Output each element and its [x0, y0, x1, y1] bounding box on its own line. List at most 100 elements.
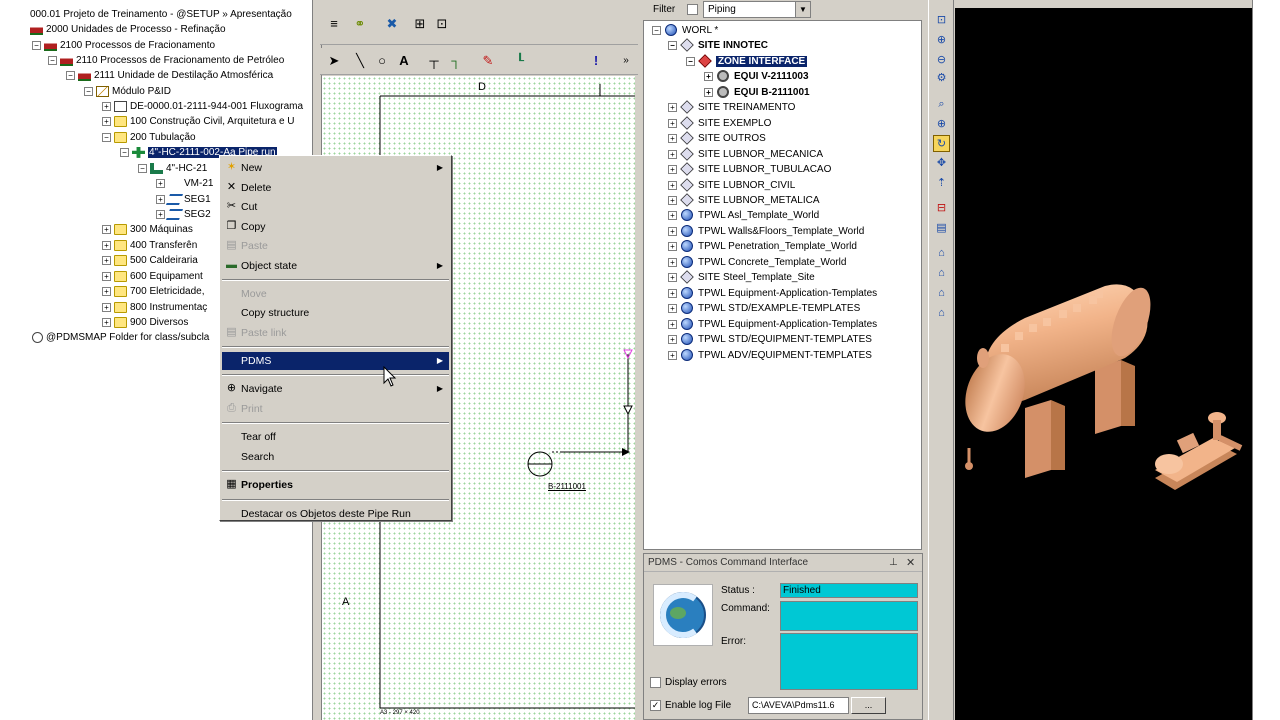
expand-icon[interactable]: + — [668, 210, 677, 220]
rotate-icon[interactable]: ↻ — [933, 135, 950, 152]
frame-icon[interactable]: ⊞ — [410, 14, 430, 34]
menu-item-navigate[interactable]: ⊕ Navigate ▶ — [222, 380, 449, 398]
route-tool-icon[interactable]: ┐ — [446, 51, 466, 71]
search-icon[interactable]: ⌕ — [933, 96, 950, 113]
hierarchy-node[interactable]: + TPWL STD/EXAMPLE-TEMPLATES — [668, 301, 860, 316]
menu-item-destacar-os-objetos-deste-pipe-run[interactable]: Destacar os Objetos deste Pipe Run — [222, 505, 449, 523]
expand-icon[interactable]: + — [102, 302, 111, 312]
collapse-icon[interactable]: − — [668, 40, 677, 50]
collapse-icon[interactable]: − — [32, 40, 41, 50]
view1-icon[interactable]: ⌂ — [933, 245, 950, 262]
expand-icon[interactable]: + — [156, 209, 165, 219]
collapse-icon[interactable]: − — [48, 55, 57, 65]
expand-icon[interactable]: + — [668, 288, 677, 298]
expand-icon[interactable]: + — [102, 286, 111, 296]
hierarchy-node[interactable]: + EQUI B-2111001 — [704, 85, 810, 100]
tree-node[interactable]: +500 Caldeiraria — [102, 253, 198, 268]
expand-icon[interactable]: + — [668, 272, 677, 282]
expand-icon[interactable]: + — [668, 334, 677, 344]
line-tool-icon[interactable]: ╲ — [350, 51, 370, 71]
hierarchy-node[interactable]: − SITE INNOTEC — [668, 38, 768, 53]
3d-model-view[interactable] — [955, 8, 1252, 720]
hierarchy-node[interactable]: + TPWL Walls&Floors_Template_World — [668, 224, 864, 239]
menu-item-copy[interactable]: ❐ Copy — [222, 218, 449, 236]
expand-icon[interactable]: + — [102, 317, 111, 327]
tree-node[interactable]: +900 Diversos — [102, 315, 188, 330]
chevron-down-icon[interactable]: ▼ — [795, 2, 810, 17]
menu-item-search[interactable]: Search — [222, 448, 449, 466]
tree-node[interactable]: − 4"-HC-21 — [138, 161, 207, 176]
expand-icon[interactable]: + — [102, 255, 111, 265]
view3-icon[interactable]: ⌂ — [933, 285, 950, 302]
browse-button[interactable]: ... — [851, 697, 886, 714]
hierarchy-node[interactable]: + TPWL Equipment-Application-Templates — [668, 317, 877, 332]
tree-node[interactable]: 000.01 Projeto de Treinamento - @SETUP »… — [30, 7, 292, 22]
expand-icon[interactable]: + — [156, 178, 165, 188]
collapse-icon[interactable]: − — [652, 25, 661, 35]
menu-item-delete[interactable]: ✕ Delete — [222, 179, 449, 197]
expand-icon[interactable]: + — [668, 226, 677, 236]
tree-node[interactable]: +400 Transferên — [102, 238, 197, 253]
tree-node[interactable]: + SEG2 — [156, 207, 211, 222]
expand-icon[interactable]: + — [668, 319, 677, 329]
tool-icon[interactable]: ✖ — [382, 14, 402, 34]
hierarchy-node[interactable]: + TPWL Penetration_Template_World — [668, 239, 857, 254]
collapse-icon[interactable]: − — [138, 163, 147, 173]
command-field[interactable] — [780, 601, 918, 631]
zoom-out-icon[interactable]: ⊖ — [933, 52, 950, 69]
frame2-icon[interactable]: ⊡ — [432, 14, 452, 34]
expand-icon[interactable]: + — [102, 224, 111, 234]
close-icon[interactable]: ✕ — [906, 554, 915, 572]
circle-tool-icon[interactable]: ○ — [372, 51, 392, 71]
expand-icon[interactable]: + — [668, 303, 677, 313]
collapse-icon[interactable]: − — [120, 147, 129, 157]
tree-node[interactable]: +600 Equipament — [102, 269, 203, 284]
hierarchy-node[interactable]: + TPWL Concrete_Template_World — [668, 255, 846, 270]
zoom-window-icon[interactable]: ⊡ — [933, 12, 950, 29]
hierarchy-node[interactable]: + SITE OUTROS — [668, 131, 766, 146]
menu-item-new[interactable]: ✶ New ▶ — [222, 159, 449, 177]
tree-node[interactable]: − Módulo P&ID — [84, 84, 171, 99]
expand-icon[interactable]: + — [668, 350, 677, 360]
zoom-extents-icon[interactable]: ⊕ — [933, 116, 950, 133]
tree-node[interactable]: − 2111 Unidade de Destilação Atmosférica — [66, 68, 273, 83]
view4-icon[interactable]: ⌂ — [933, 305, 950, 322]
walk-icon[interactable]: ⇡ — [933, 175, 950, 192]
expand-icon[interactable]: + — [668, 102, 677, 112]
hierarchy-node-selected[interactable]: − ZONE INTERFACE — [686, 54, 808, 69]
enable-log-checkbox[interactable]: ✓ — [650, 700, 661, 711]
filter-checkbox[interactable] — [687, 4, 698, 15]
tree-node[interactable]: @PDMSMAP Folder for class/subcla — [32, 330, 209, 345]
expand-icon[interactable]: + — [668, 133, 677, 143]
menu-item-tear-off[interactable]: Tear off — [222, 428, 449, 446]
pin-icon[interactable]: ⊥ — [889, 554, 898, 572]
hierarchy-node[interactable]: + SITE LUBNOR_TUBULACAO — [668, 162, 831, 177]
collapse-icon[interactable]: − — [102, 132, 111, 142]
alert-icon[interactable]: ! — [586, 51, 606, 71]
connector-tool-icon[interactable]: ┬ — [424, 51, 444, 71]
hierarchy-node[interactable]: + TPWL ADV/EQUIPMENT-TEMPLATES — [668, 348, 872, 363]
hierarchy-node[interactable]: + SITE EXEMPLO — [668, 116, 771, 131]
hierarchy-node[interactable]: − WORL * — [652, 23, 718, 38]
expand-icon[interactable]: + — [668, 257, 677, 267]
hierarchy-node[interactable]: + EQUI V-2111003 — [704, 69, 809, 84]
hierarchy-node[interactable]: + SITE LUBNOR_METALICA — [668, 193, 820, 208]
menu-item-copy-structure[interactable]: Copy structure — [222, 304, 449, 322]
view2-icon[interactable]: ⌂ — [933, 265, 950, 282]
expand-icon[interactable]: + — [668, 180, 677, 190]
expand-icon[interactable]: + — [102, 271, 111, 281]
tree-node[interactable]: + DE-0000.01-2111-944-001 Fluxograma — [102, 99, 303, 114]
layers-icon[interactable]: ≡ — [324, 14, 344, 34]
menu-item-pdms[interactable]: PDMS ▶ — [222, 351, 449, 370]
expand-icon[interactable]: + — [668, 149, 677, 159]
section-icon[interactable]: ▤ — [933, 220, 950, 237]
tree-node[interactable]: − 200 Tubulação — [102, 130, 196, 145]
hierarchy-node[interactable]: + SITE LUBNOR_CIVIL — [668, 178, 795, 193]
hierarchy-node[interactable]: + SITE Steel_Template_Site — [668, 270, 815, 285]
expand-icon[interactable]: + — [668, 164, 677, 174]
expand-icon[interactable]: + — [668, 118, 677, 128]
pipe-tool-icon[interactable]: ┖ — [510, 51, 530, 71]
pan-icon[interactable]: ✥ — [933, 155, 950, 172]
collapse-icon[interactable]: − — [66, 70, 75, 80]
expand-icon[interactable]: + — [102, 101, 111, 111]
